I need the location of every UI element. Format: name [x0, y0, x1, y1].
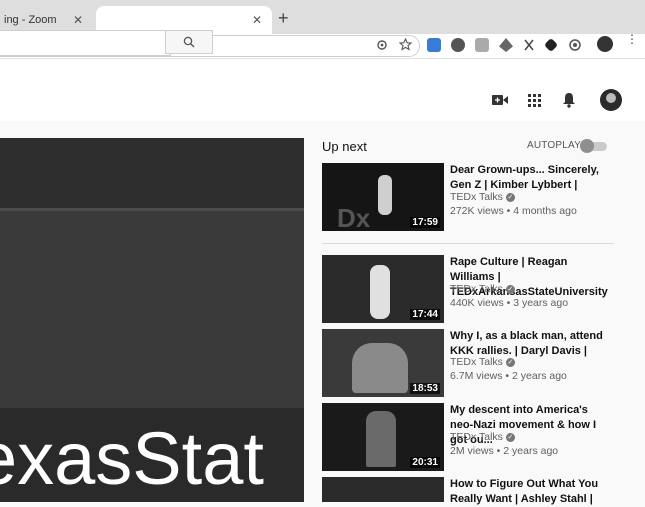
- tab-label: ing - Zoom: [4, 14, 57, 26]
- channel-name: TEDx Talks: [450, 283, 503, 295]
- video-thumbnail[interactable]: 17:44: [322, 255, 444, 323]
- video-thumbnail[interactable]: [322, 477, 444, 502]
- video-thumbnail[interactable]: 18:53: [322, 329, 444, 397]
- extension-calendar-icon[interactable]: [427, 38, 441, 52]
- channel-name: TEDx Talks: [450, 431, 503, 443]
- video-channel[interactable]: TEDx Talks ✓: [450, 283, 515, 295]
- video-title[interactable]: Dear Grown-ups... Sincerely, Gen Z | Kim…: [450, 163, 610, 193]
- video-duration: 17:59: [410, 217, 440, 228]
- video-channel[interactable]: TEDx Talks ✓: [450, 356, 515, 368]
- up-next-heading: Up next: [322, 139, 367, 154]
- verified-check-icon: ✓: [505, 192, 515, 202]
- video-player[interactable]: exasStat: [0, 138, 304, 502]
- notifications-bell-icon[interactable]: [562, 92, 576, 108]
- extension-grey-icon[interactable]: [475, 38, 489, 52]
- player-band: [0, 208, 304, 211]
- video-channel[interactable]: TEDx Talks ✓: [450, 191, 515, 203]
- video-duration: 17:44: [410, 309, 440, 320]
- channel-name: TEDx Talks: [450, 356, 503, 368]
- video-thumbnail[interactable]: Dx 17:59: [322, 163, 444, 231]
- player-band: [0, 138, 304, 208]
- search-button[interactable]: [165, 30, 213, 54]
- verified-check-icon: ✓: [505, 284, 515, 294]
- apps-grid-icon[interactable]: [528, 94, 541, 107]
- extension-scissors-icon[interactable]: [522, 38, 536, 52]
- verified-check-icon: ✓: [505, 432, 515, 442]
- tab-close-icon[interactable]: ✕: [73, 14, 83, 26]
- video-title[interactable]: Why I, as a black man, attend KKK rallie…: [450, 329, 610, 359]
- video-thumbnail[interactable]: 20:31: [322, 403, 444, 471]
- video-meta: 2M views • 2 years ago: [450, 445, 559, 457]
- video-channel[interactable]: TEDx Talks ✓: [450, 431, 515, 443]
- tab-close-icon[interactable]: ✕: [252, 14, 262, 26]
- account-avatar[interactable]: [600, 89, 622, 111]
- search-input[interactable]: [0, 30, 171, 56]
- profile-avatar[interactable]: [597, 36, 613, 52]
- video-title[interactable]: How to Figure Out What You Really Want |…: [450, 477, 610, 507]
- extension-abp-icon[interactable]: [451, 38, 465, 52]
- location-target-icon[interactable]: [376, 39, 388, 51]
- video-duration: 20:31: [410, 457, 440, 468]
- autoplay-toggle[interactable]: [580, 139, 594, 153]
- browser-tab-bar: ing - Zoom ✕ ✕ +: [0, 0, 645, 34]
- video-duration: 18:53: [410, 383, 440, 394]
- channel-name: TEDx Talks: [450, 191, 503, 203]
- search-icon: [183, 36, 195, 48]
- browser-menu-icon[interactable]: ⋮: [626, 33, 638, 45]
- video-meta: 440K views • 3 years ago: [450, 297, 569, 309]
- bookmark-star-icon[interactable]: [399, 38, 412, 51]
- autoplay-label: AUTOPLAY: [527, 140, 582, 151]
- video-meta: 272K views • 4 months ago: [450, 205, 577, 217]
- new-tab-button[interactable]: +: [278, 9, 289, 27]
- verified-check-icon: ✓: [505, 357, 515, 367]
- create-video-icon[interactable]: [492, 94, 508, 106]
- youtube-header: [0, 59, 645, 121]
- up-next-separator: [322, 243, 614, 244]
- video-meta: 6.7M views • 2 years ago: [450, 370, 567, 382]
- stage-lettering: exasStat: [0, 417, 264, 500]
- extension-settings-icon[interactable]: [568, 38, 582, 52]
